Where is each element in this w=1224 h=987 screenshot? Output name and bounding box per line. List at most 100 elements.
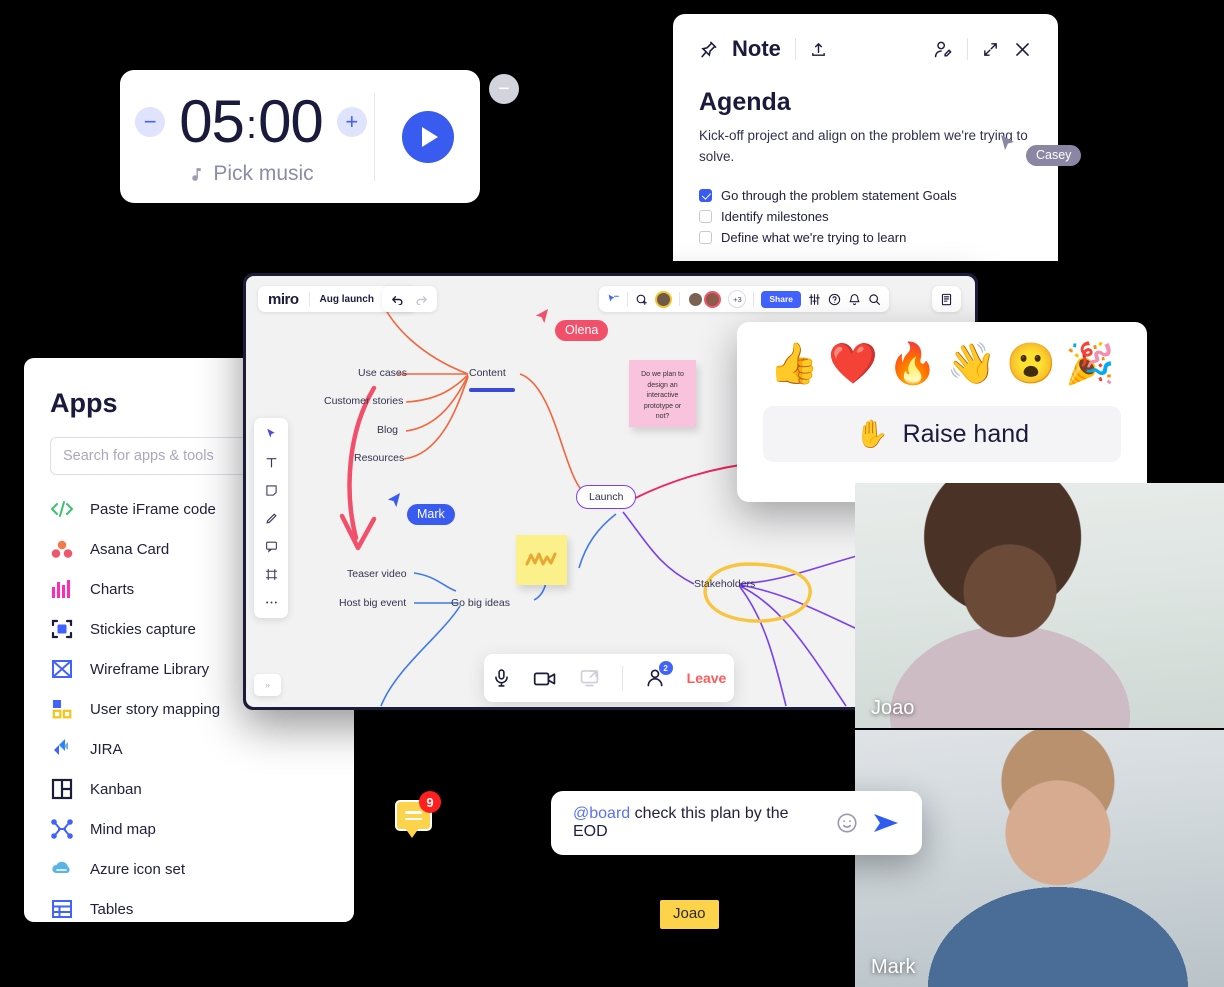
app-label: Mind map: [90, 820, 156, 838]
wave-emoji[interactable]: 👋: [947, 344, 997, 384]
avatar[interactable]: [704, 290, 722, 308]
note-checklist-item[interactable]: Identify milestones: [699, 209, 1032, 224]
note-checklist-item[interactable]: Go through the problem statement Goals: [699, 188, 1032, 203]
emoji-icon[interactable]: [836, 812, 858, 834]
code-icon: [50, 497, 74, 521]
app-item-kanban[interactable]: Kanban: [50, 769, 328, 809]
app-label: Tables: [90, 900, 134, 918]
frame-icon[interactable]: [263, 566, 279, 582]
app-item-tables[interactable]: Tables: [50, 889, 328, 929]
timer-decrease-button[interactable]: −: [135, 106, 166, 137]
redo-icon[interactable]: [415, 294, 428, 305]
upload-icon[interactable]: [810, 41, 827, 58]
cursor-olena-label: Olena: [555, 320, 609, 341]
notes-panel-icon[interactable]: [940, 293, 953, 306]
chat-message-text[interactable]: @board check this plan by the EOD: [573, 805, 822, 841]
mindmap-node-blog[interactable]: Blog: [377, 424, 398, 436]
thumbs-up-emoji[interactable]: 👍: [769, 344, 819, 384]
avatar[interactable]: [687, 290, 705, 308]
expand-icon[interactable]: [982, 41, 999, 58]
mindmap-node-teaser-video[interactable]: Teaser video: [347, 568, 407, 580]
mindmap-icon: [50, 817, 74, 841]
mindmap-node-stakeholders[interactable]: Stakeholders: [694, 578, 755, 590]
more-tools-icon[interactable]: [263, 594, 279, 610]
pick-music-label: Pick music: [213, 162, 314, 185]
cursor-joao-label: Joao: [660, 900, 719, 929]
board-expand-button[interactable]: »: [254, 674, 281, 696]
checkbox[interactable]: [699, 230, 712, 244]
note-item-label: Identify milestones: [721, 208, 829, 224]
screenshot-root: − 05:00 + Pick music − Note Agenda Kick-…: [0, 0, 1224, 987]
comment-line: [405, 811, 422, 814]
party-popper-emoji[interactable]: 🎉: [1065, 344, 1115, 384]
note-item-label: Define what we're trying to learn: [721, 229, 907, 245]
help-icon[interactable]: [828, 293, 841, 306]
pen-icon[interactable]: [263, 510, 279, 526]
note-checklist-item[interactable]: Define what we're trying to learn: [699, 230, 1032, 245]
sticky-note-yellow[interactable]: [516, 535, 567, 585]
timer-increase-button[interactable]: +: [336, 106, 367, 137]
raise-hand-button[interactable]: ✋ Raise hand: [763, 406, 1121, 462]
timer-collapse-button[interactable]: −: [489, 74, 519, 104]
note-header: Note: [699, 36, 1032, 62]
share-button[interactable]: Share: [761, 290, 801, 308]
cursor-icon[interactable]: [263, 426, 279, 442]
leave-button[interactable]: Leave: [687, 670, 727, 686]
text-icon[interactable]: [263, 454, 279, 470]
add-collaborator-icon[interactable]: [635, 293, 648, 306]
comment-icon[interactable]: [263, 538, 279, 554]
mindmap-node-customer-stories[interactable]: Customer stories: [324, 395, 403, 407]
checkbox[interactable]: [699, 209, 712, 223]
sticky-note-pink[interactable]: Do we plan to design an interactive prot…: [629, 360, 696, 427]
undo-icon[interactable]: [391, 294, 404, 305]
participant-tile-mark[interactable]: Mark: [855, 730, 1224, 987]
camera-icon[interactable]: [533, 669, 557, 688]
mindmap-node-launch[interactable]: Launch: [576, 485, 637, 509]
mindmap-node-go-big-ideas[interactable]: Go big ideas: [451, 597, 510, 609]
timer-play-button[interactable]: [401, 110, 454, 163]
fire-emoji[interactable]: 🔥: [887, 344, 937, 384]
sticky-note-icon[interactable]: [263, 482, 279, 498]
reactions-panel: 👍 ❤️ 🔥 👋 😮 🎉 ✋ Raise hand: [737, 322, 1147, 502]
pick-music-button[interactable]: Pick music: [188, 162, 314, 186]
bell-icon[interactable]: [848, 293, 861, 306]
mindmap-node-use-cases[interactable]: Use cases: [358, 367, 407, 379]
board-right-toolbar: +3 Share: [599, 286, 889, 312]
participant-tile-joao[interactable]: Joao: [855, 483, 1224, 728]
chat-input-bar[interactable]: @board check this plan by the EOD: [551, 791, 922, 855]
pin-icon[interactable]: [699, 40, 718, 59]
search-icon[interactable]: [868, 293, 881, 306]
app-item-mind-map[interactable]: Mind map: [50, 809, 328, 849]
play-icon: [421, 126, 438, 147]
sliders-icon[interactable]: [808, 293, 821, 306]
invite-user-icon[interactable]: [934, 40, 953, 59]
reaction-emoji-row: 👍 ❤️ 🔥 👋 😮 🎉: [763, 344, 1121, 384]
board-name[interactable]: Aug launch: [320, 294, 374, 305]
mindmap-node-resources[interactable]: Resources: [354, 452, 404, 464]
send-icon[interactable]: [872, 810, 900, 836]
mindmap-node-content[interactable]: Content: [469, 367, 506, 379]
cursor-casey-label: Casey: [1026, 145, 1082, 166]
mindmap-node-host-big-event[interactable]: Host big event: [339, 597, 406, 609]
app-item-jira[interactable]: JIRA: [50, 729, 328, 769]
avatar[interactable]: [655, 290, 673, 308]
close-icon[interactable]: [1013, 40, 1032, 59]
checkbox[interactable]: [699, 188, 712, 202]
note-actions-divider: [967, 38, 968, 60]
heart-emoji[interactable]: ❤️: [828, 344, 878, 384]
app-item-azure-icon-set[interactable]: Azure icon set: [50, 849, 328, 889]
people-button[interactable]: 2: [645, 661, 673, 689]
story-map-icon: [50, 697, 74, 721]
cursor-share-icon[interactable]: [607, 293, 620, 306]
toolbar-divider: [308, 292, 310, 306]
microphone-icon[interactable]: [492, 667, 511, 689]
extra-members-count[interactable]: +3: [728, 290, 747, 308]
comment-marker[interactable]: 9: [395, 791, 441, 838]
board-notes-toolbar: [932, 286, 961, 312]
cursor-pointer-icon: [387, 493, 401, 508]
timer-body: − 05:00 + Pick music: [120, 87, 374, 186]
share-screen-icon[interactable]: [579, 668, 600, 688]
app-label: User story mapping: [90, 700, 221, 718]
surprised-emoji[interactable]: 😮: [1006, 344, 1056, 384]
miro-logo[interactable]: miro: [268, 291, 299, 308]
